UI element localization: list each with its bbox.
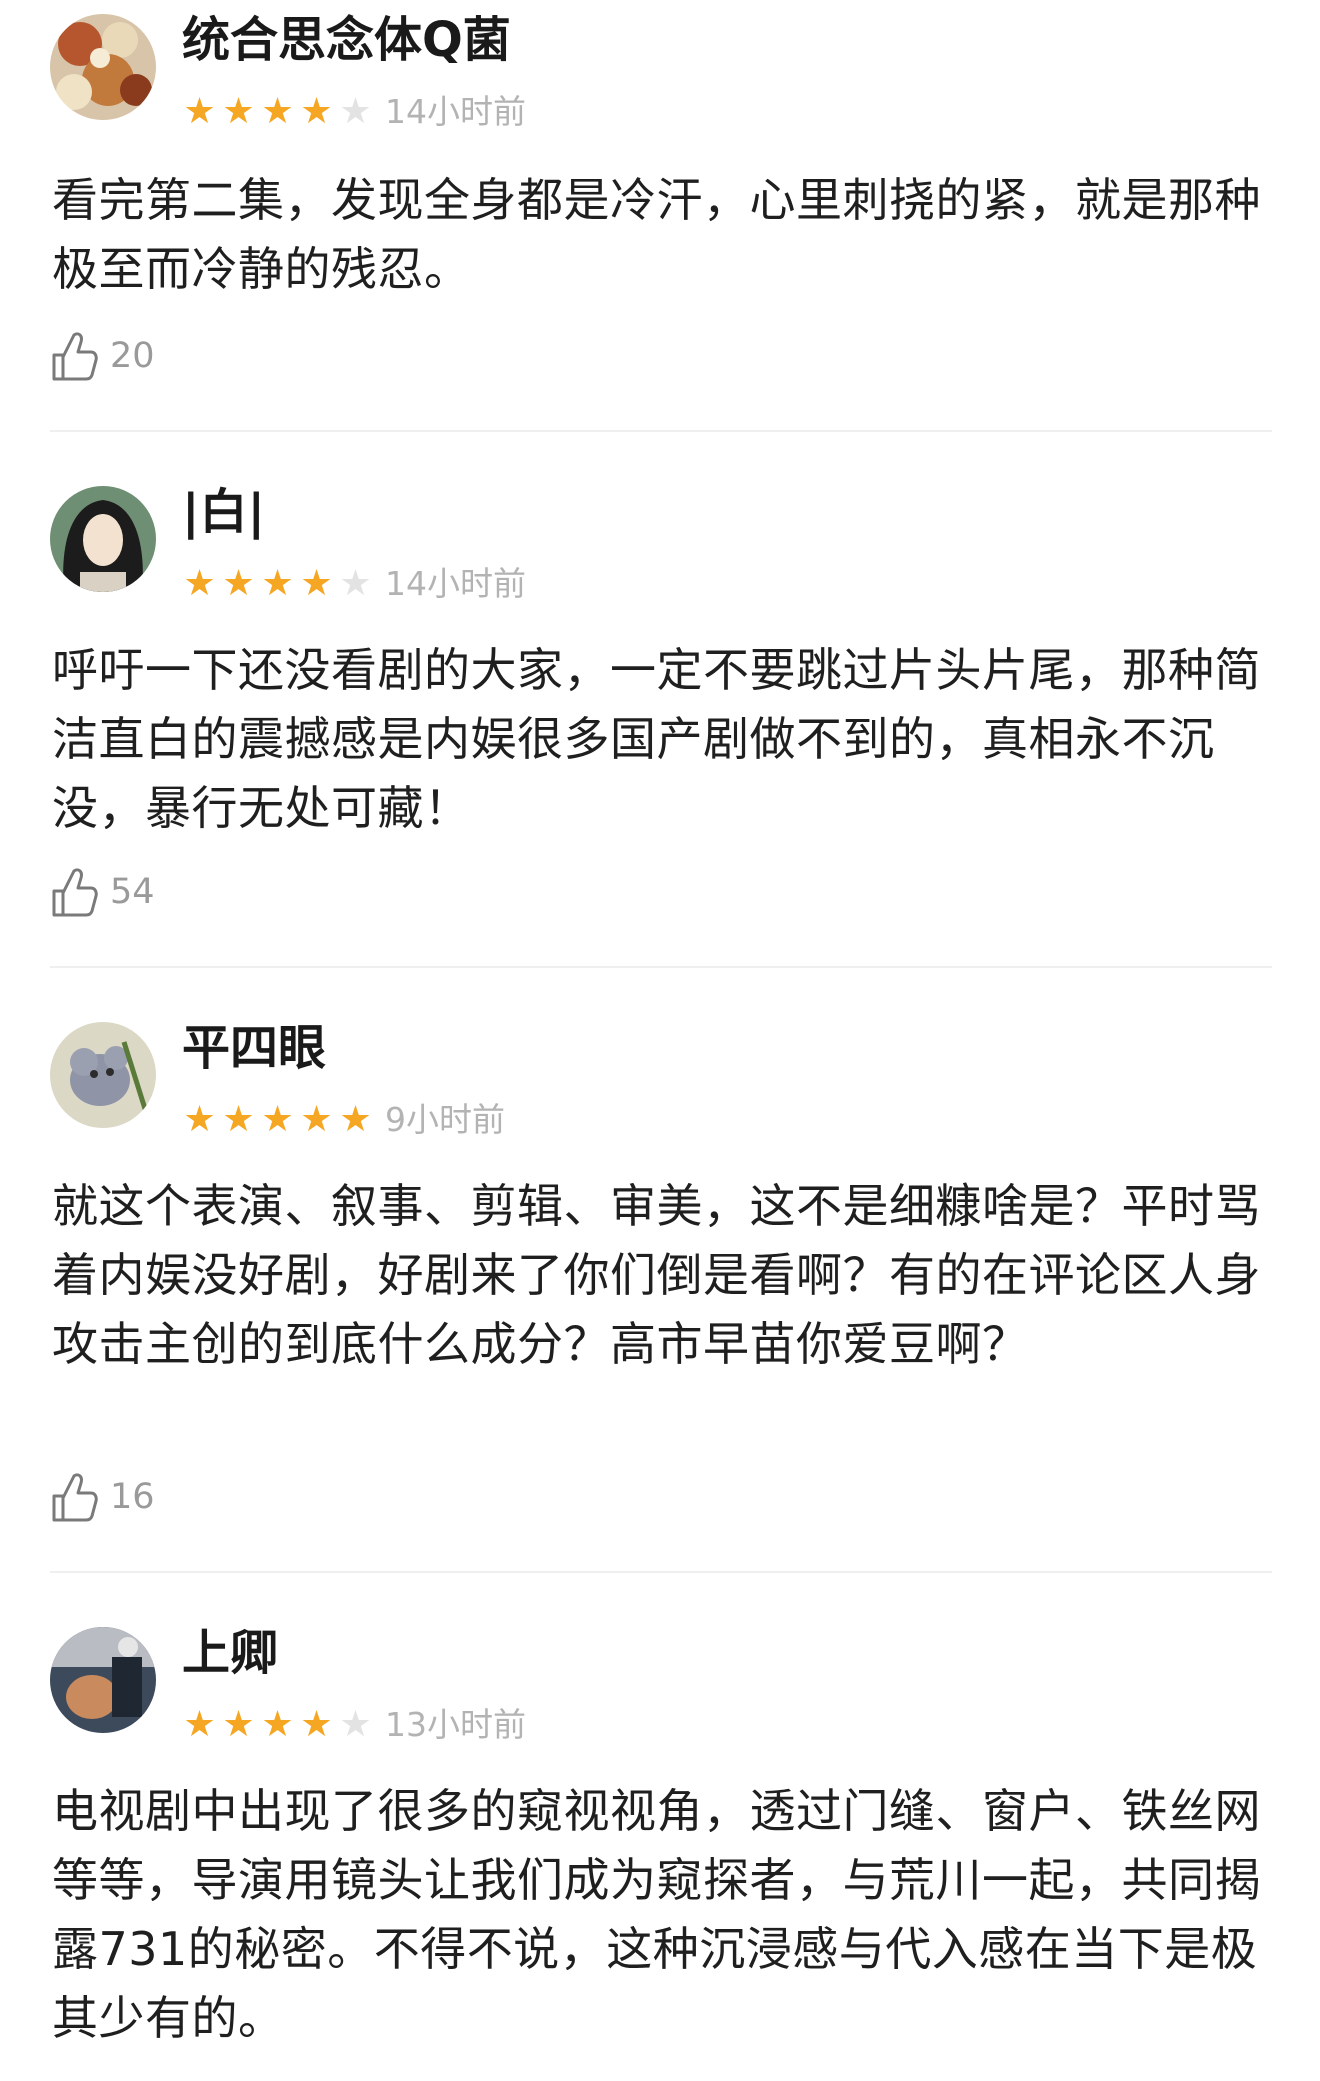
star-icon: ★	[300, 1099, 333, 1140]
thumbs-up-icon	[50, 1470, 98, 1524]
star-icon: ★	[183, 1704, 216, 1745]
divider	[50, 430, 1272, 432]
avatar-icon	[50, 14, 156, 120]
avatar[interactable]	[50, 1627, 156, 1733]
username[interactable]: 统合思念体Q菌	[182, 10, 511, 70]
review-content: 呼吁一下还没看剧的大家，一定不要跳过片头片尾，那种简洁直白的震撼感是内娱很多国产…	[52, 643, 1261, 835]
like-button[interactable]: 54	[50, 864, 155, 920]
avatar-icon	[50, 1022, 156, 1128]
rating-stars: ★ ★ ★ ★ ★ 14小时前	[180, 92, 526, 132]
star-icon: ★	[261, 1099, 294, 1140]
username[interactable]: |白|	[182, 482, 265, 542]
star-icon: ★	[261, 563, 294, 604]
avatar-icon	[50, 486, 156, 592]
review-time: 14小时前	[385, 564, 526, 603]
like-count: 54	[110, 872, 155, 912]
star-icon: ★	[300, 91, 333, 132]
review-time: 14小时前	[385, 92, 526, 131]
avatar[interactable]	[50, 14, 156, 120]
review-content: 就这个表演、叙事、剪辑、审美，这不是细糠啥是？平时骂着内娱没好剧，好剧来了你们倒…	[52, 1179, 1261, 1371]
star-icon: ★	[222, 1099, 255, 1140]
rating-stars: ★ ★ ★ ★ ★ 14小时前	[180, 564, 526, 604]
star-icon: ★	[339, 563, 372, 604]
star-icon: ★	[300, 1704, 333, 1745]
star-icon: ★	[339, 1704, 372, 1745]
avatar[interactable]	[50, 486, 156, 592]
review-content: 电视剧中出现了很多的窥视视角，透过门缝、窗户、铁丝网等等，导演用镜头让我们成为窥…	[52, 1784, 1261, 2045]
star-icon: ★	[222, 563, 255, 604]
username[interactable]: 平四眼	[182, 1018, 326, 1078]
like-count: 20	[110, 336, 155, 376]
rating-stars: ★ ★ ★ ★ ★ 9小时前	[180, 1100, 505, 1140]
like-button[interactable]: 16	[50, 1469, 155, 1525]
like-button[interactable]: 20	[50, 328, 155, 384]
star-icon: ★	[261, 1704, 294, 1745]
star-icon: ★	[339, 1099, 372, 1140]
star-icon: ★	[339, 91, 372, 132]
review-time: 9小时前	[385, 1100, 505, 1139]
star-icon: ★	[261, 91, 294, 132]
divider	[50, 1571, 1272, 1573]
review-time: 13小时前	[385, 1705, 526, 1744]
star-icon: ★	[183, 563, 216, 604]
star-icon: ★	[183, 1099, 216, 1140]
thumbs-up-icon	[50, 865, 98, 919]
star-icon: ★	[222, 91, 255, 132]
review-content: 看完第二集，发现全身都是冷汗，心里刺挠的紧，就是那种极至而冷静的残忍。	[52, 173, 1261, 296]
avatar[interactable]	[50, 1022, 156, 1128]
avatar-icon	[50, 1627, 156, 1733]
star-icon: ★	[222, 1704, 255, 1745]
divider	[50, 966, 1272, 968]
rating-stars: ★ ★ ★ ★ ★ 13小时前	[180, 1705, 526, 1745]
star-icon: ★	[183, 91, 216, 132]
thumbs-up-icon	[50, 329, 98, 383]
like-count: 16	[110, 1477, 155, 1517]
username[interactable]: 上卿	[182, 1623, 278, 1683]
star-icon: ★	[300, 563, 333, 604]
